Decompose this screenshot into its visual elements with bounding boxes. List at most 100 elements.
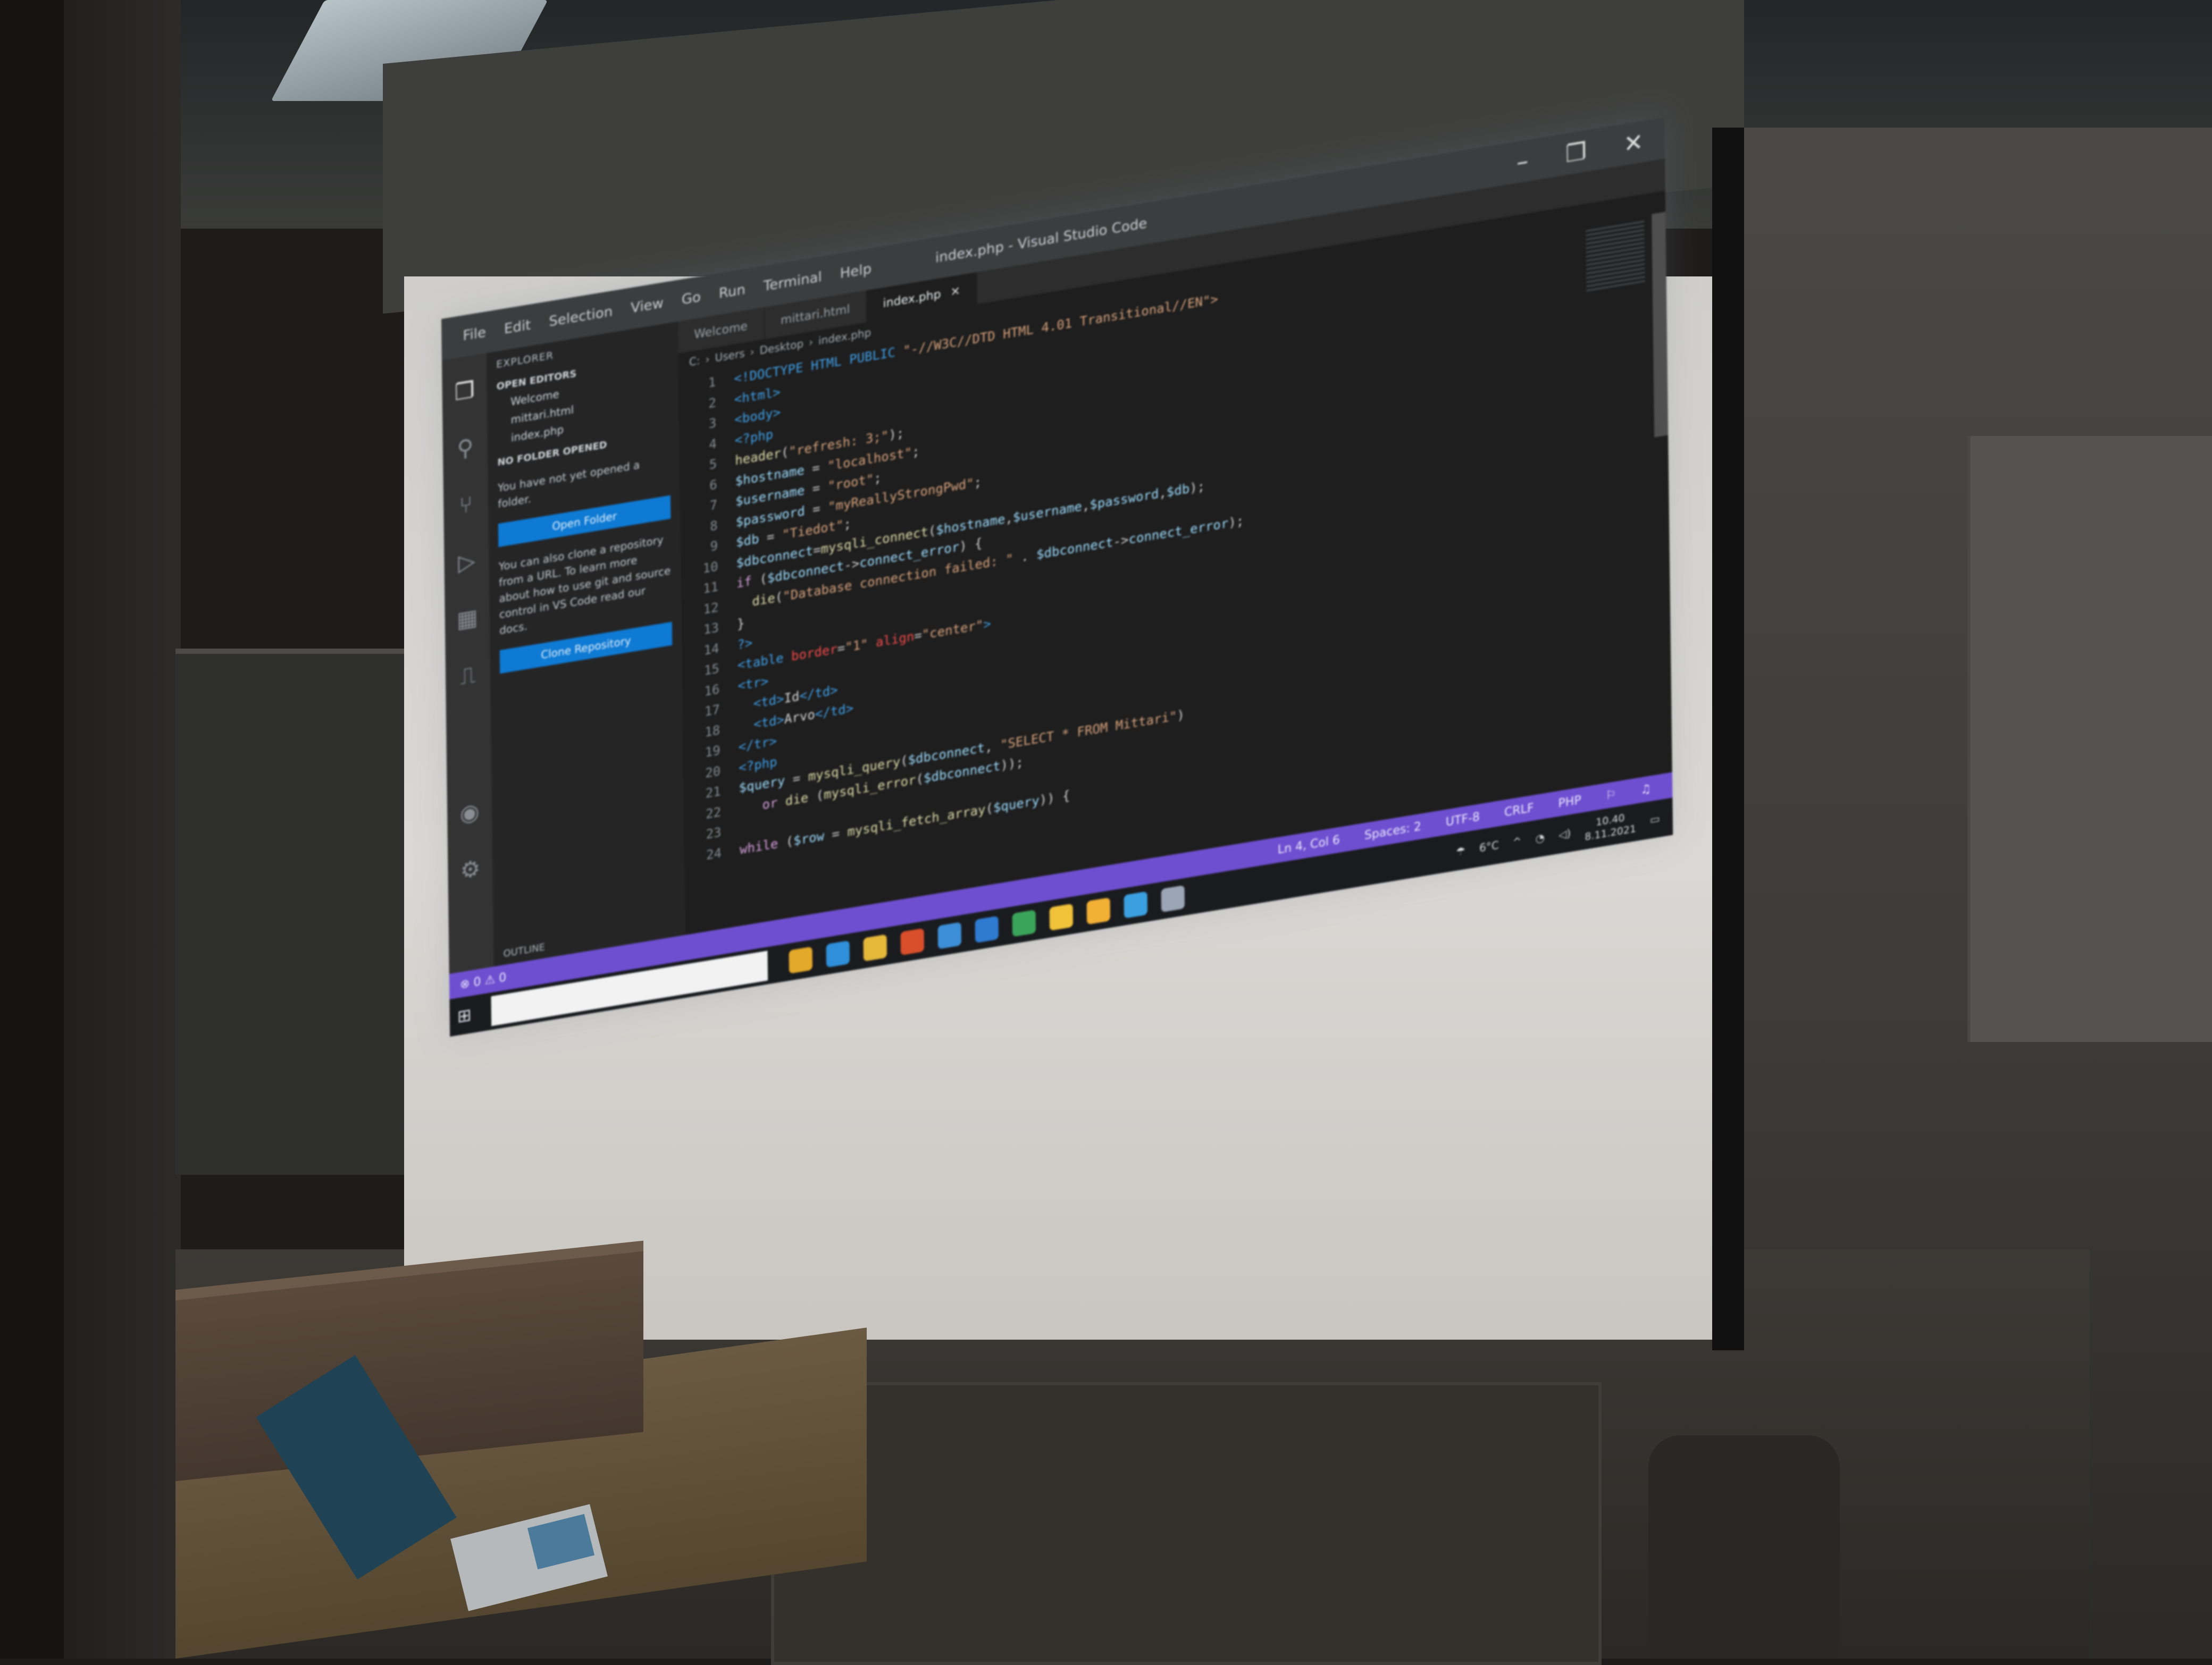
close-button[interactable]: ✕ [1623, 128, 1643, 158]
code-token: ( [928, 523, 936, 539]
code-token: ( [778, 833, 794, 851]
explorer-icon[interactable]: ❐ [455, 376, 475, 406]
taskbar-app-icon[interactable] [937, 922, 962, 949]
taskbar-app-icon[interactable] [1086, 897, 1111, 925]
code-token: ( [775, 588, 783, 606]
taskbar-app-icon[interactable] [1124, 891, 1148, 919]
code-token: or [762, 795, 778, 812]
language-mode[interactable]: PHP [1558, 793, 1581, 810]
breadcrumb-item[interactable]: Users [715, 347, 744, 364]
indentation[interactable]: Spaces: 2 [1364, 820, 1421, 843]
screen-frame [1712, 128, 1744, 1350]
code-token: , [1005, 510, 1013, 526]
bell-icon[interactable]: ♫ [1640, 782, 1651, 797]
code-token: ; [874, 470, 882, 486]
outline-section[interactable]: OUTLINE [503, 941, 545, 960]
code-token: die [785, 789, 809, 809]
breadcrumb-item[interactable]: Desktop [759, 337, 803, 357]
taskbar-app-icon[interactable] [975, 915, 999, 943]
breadcrumb-item[interactable]: C: [689, 354, 700, 368]
search-icon[interactable]: ⚲ [457, 434, 473, 463]
taskbar-app-icon[interactable] [1012, 910, 1036, 937]
settings-icon[interactable]: ⚙ [460, 855, 480, 884]
clock[interactable]: 10.40 8.11.2021 [1585, 810, 1636, 844]
line-ending[interactable]: CRLF [1504, 801, 1534, 819]
code-token: ); [1189, 478, 1205, 496]
explorer-sidebar: EXPLORER OPEN EDITORS Welcome mittari.ht… [486, 321, 685, 967]
problems-indicator[interactable]: ⊗ 0 ⚠ 0 [460, 971, 506, 991]
taskbar-app-icon[interactable] [863, 934, 887, 962]
weather-text[interactable]: 6°C [1479, 838, 1499, 854]
taskbar-app-icon[interactable] [826, 940, 850, 968]
menu-view[interactable]: View [631, 295, 664, 316]
code-token: = [914, 627, 922, 644]
scrollbar[interactable] [1652, 212, 1669, 438]
code-token: = [837, 640, 845, 657]
clone-message: You can also clone a repository from a U… [498, 533, 671, 637]
account-icon[interactable]: ◉ [460, 798, 480, 827]
code-token: )); [1000, 754, 1024, 773]
code-token: ( [781, 444, 789, 461]
minimap[interactable] [1586, 221, 1645, 295]
code-token: ; [911, 443, 920, 460]
taskbar-app-icon[interactable] [900, 928, 925, 956]
weather-icon[interactable]: ☂ [1456, 844, 1465, 859]
encoding[interactable]: UTF-8 [1446, 810, 1480, 829]
volume-icon[interactable]: ◁) [1559, 827, 1571, 842]
code-token: ?> [737, 635, 753, 653]
menu-go[interactable]: Go [682, 289, 701, 308]
minimize-button[interactable]: – [1516, 147, 1529, 176]
tab-label: mittari.html [780, 302, 850, 327]
extensions-icon[interactable]: ▦ [457, 604, 478, 634]
feedback-icon[interactable]: ⚐ [1605, 787, 1616, 802]
menu-selection[interactable]: Selection [549, 304, 613, 330]
cursor-position[interactable]: Ln 4, Col 6 [1278, 833, 1340, 856]
code-token: ; [974, 474, 982, 491]
taskbar-app-icon[interactable] [1161, 885, 1185, 913]
code-token: -> [1113, 532, 1129, 550]
code-token: ( [808, 787, 824, 805]
chalkboard [175, 649, 425, 1175]
code-token: ); [889, 425, 904, 443]
chevron-up-icon[interactable]: ^ [1513, 835, 1522, 849]
code-token: $db [1166, 481, 1190, 500]
menu-run[interactable]: Run [719, 282, 745, 302]
left-pillar [0, 0, 64, 1659]
code-token: ( [985, 800, 994, 817]
code-token: , [984, 737, 1001, 755]
activity-bar: ❐ ⚲ ⑂ ▷ ▦ ⎍ ◉ ⚙ [441, 353, 494, 974]
tab-label: index.php [883, 287, 941, 310]
taskbar-app-icon[interactable] [789, 946, 813, 974]
code-token: )) { [1039, 787, 1070, 808]
code-token: if [736, 573, 752, 591]
code-token: } [736, 616, 745, 632]
menu-file[interactable]: File [463, 324, 486, 344]
run-debug-icon[interactable]: ▷ [458, 547, 475, 576]
code-token: ( [900, 753, 908, 769]
code-token: ) [1177, 707, 1185, 724]
restore-button[interactable]: ❐ [1565, 137, 1587, 168]
chevron-right-icon: › [705, 352, 710, 366]
lower-cabinet [771, 1382, 1602, 1665]
network-icon[interactable]: ◔ [1535, 831, 1545, 845]
notification-icon[interactable]: ▭ [1650, 812, 1660, 826]
menu-terminal[interactable]: Terminal [764, 269, 822, 295]
chair [1648, 1435, 1840, 1659]
remote-icon[interactable]: ⎍ [460, 661, 476, 691]
code-token: , [1159, 484, 1167, 501]
menu-help[interactable]: Help [840, 261, 872, 282]
code-token: die [752, 590, 775, 609]
close-tab-icon[interactable]: ✕ [950, 284, 960, 299]
code-token: ( [916, 770, 924, 787]
menu-edit[interactable]: Edit [504, 317, 531, 337]
windows-start-icon[interactable]: ⊞ [457, 1002, 484, 1027]
code-token: -> [844, 556, 860, 574]
taskbar-app-icon[interactable] [1049, 903, 1074, 931]
source-control-icon[interactable]: ⑂ [459, 491, 473, 519]
code-token: , [1082, 497, 1090, 514]
code-token: ; [843, 516, 852, 533]
